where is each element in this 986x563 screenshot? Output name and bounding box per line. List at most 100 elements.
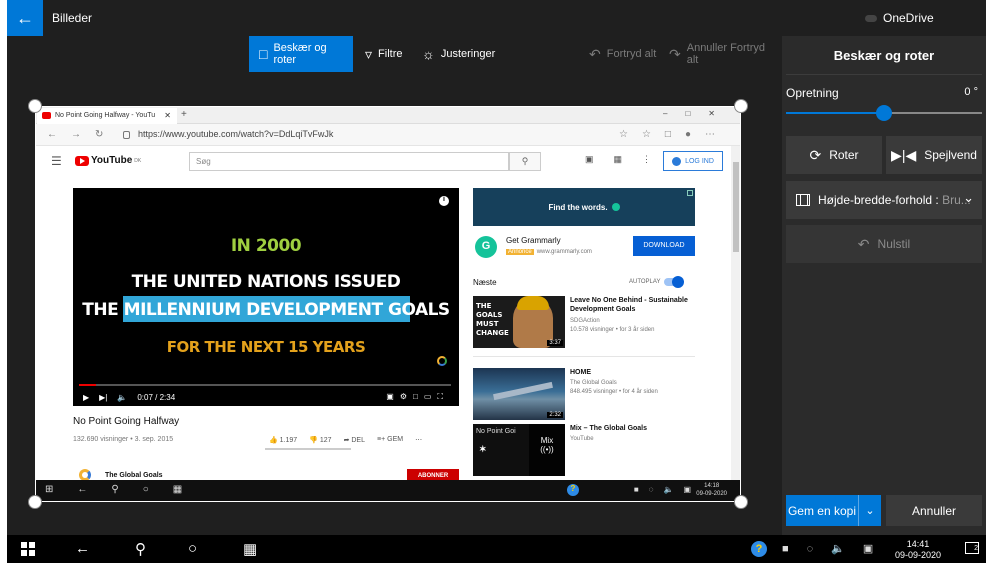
crop-icon: □ (259, 46, 268, 62)
crop-handle-bottom-left[interactable] (28, 495, 42, 509)
back-button[interactable]: ← (7, 0, 43, 36)
youtube-login-label: LOG IND (685, 157, 714, 165)
video-progress-fill (79, 384, 96, 386)
channel-name: The Global Goals (105, 471, 163, 479)
recommended-title: Leave No One Behind - Sustainable Develo… (570, 297, 688, 313)
recommended-title: Mix – The Global Goals (570, 425, 648, 432)
share-action: ➦ DEL (343, 437, 365, 444)
dislike-count: 👎 127 (309, 437, 332, 444)
task-view-icon[interactable]: ▦ (243, 540, 257, 558)
video-thumbnail: THE GOALS MUST CHANGE 3:37 (473, 296, 565, 348)
recommended-video: 2:32 HOME The Global Goals 848.495 visni… (473, 368, 723, 432)
aspect-ratio-text: Højde-bredde-forhold : Bru... (818, 193, 970, 207)
video-meta: 132.690 visninger • 3. sep. 2015 (73, 436, 174, 443)
orientation-slider[interactable] (786, 105, 982, 121)
search-icon: ⚲ (509, 152, 541, 171)
save-options-chevron-icon[interactable]: ⌄ (858, 495, 881, 526)
video-line-3: THE MILLENNIUM DEVELOPMENT GOALS (82, 300, 450, 320)
flip-label: Spejlvend (924, 148, 977, 162)
help-icon: ? (567, 484, 579, 496)
recommended-channel: YouTube (570, 436, 594, 442)
orientation-label: Opretning (786, 86, 839, 100)
video-duration: 2:32 (547, 412, 563, 418)
thumbnail-text: No Point Goi (476, 428, 516, 435)
crop-handle-bottom-right[interactable] (734, 495, 748, 509)
video-settings-icon: ▣⚙□▭⛶ (386, 392, 449, 401)
windows-start-icon[interactable] (21, 542, 35, 556)
browser-tab[interactable]: No Point Going Halfway - YouTu ✕ (37, 108, 177, 124)
crop-tab-label: Beskær og roter (273, 42, 327, 66)
crop-handle-top-right[interactable] (734, 99, 748, 113)
photo-preview[interactable]: No Point Going Halfway - YouTu ✕ + –□✕ ←→… (35, 106, 741, 502)
crop-handle-top-left[interactable] (28, 99, 42, 113)
help-icon[interactable]: ? (751, 541, 767, 557)
rotate-button[interactable]: ⟳ Roter (786, 136, 882, 174)
onedrive-link[interactable]: OneDrive (865, 11, 934, 25)
youtube-header: ☰ YouTube DK Søg ⚲ ▣▦⋮ LOG IND (35, 146, 735, 176)
youtube-header-icon: ▣▦⋮ (585, 154, 672, 164)
flip-button[interactable]: ▶|◀ Spejlvend (886, 136, 982, 174)
filters-tab[interactable]: ▿ Filtre (355, 36, 412, 72)
autoplay-toggle: AUTOPLAY (629, 276, 685, 288)
image-canvas: No Point Going Halfway - YouTu ✕ + –□✕ ←→… (7, 72, 782, 535)
inner-tray-icon: ■◌🔈▣ (633, 485, 701, 494)
aspect-ratio-label: Højde-bredde-forhold : (818, 193, 943, 207)
filters-tab-label: Filtre (378, 48, 403, 60)
ad-url: www.grammarly.com (536, 249, 592, 255)
window-controls-icon: –□✕ (663, 109, 733, 118)
slider-knob[interactable] (876, 105, 892, 121)
recommended-views: 848.495 visninger • for 4 år siden (570, 389, 658, 395)
cancel-button[interactable]: Annuller (886, 495, 982, 526)
space-station-shape (493, 381, 553, 401)
sun-icon: ☼ (422, 46, 435, 62)
thumbnail-text: THE GOALS MUST CHANGE (476, 302, 509, 337)
inner-clock: 14:18 09-09-2020 (696, 482, 727, 498)
aspect-ratio-icon (796, 194, 810, 206)
filter-icon: ▿ (365, 45, 373, 62)
ad-card: G Get Grammarly Annonce www.grammarly.com… (473, 232, 695, 266)
lock-icon (123, 130, 130, 139)
redo-all-button[interactable]: ↷ Annuller Fortryd alt (659, 36, 782, 72)
youtube-logo-text: YouTube (91, 155, 133, 166)
user-icon (672, 156, 682, 166)
rotate-icon: ⟳ (809, 146, 822, 163)
aspect-ratio-dropdown[interactable]: Højde-bredde-forhold : Bru... ⌄ (786, 181, 982, 219)
inner-clock-time: 14:18 (704, 483, 720, 489)
notifications-icon[interactable]: 2 (965, 542, 979, 554)
back-icon[interactable]: ← (75, 540, 90, 557)
recommended-channel: The Global Goals (570, 380, 617, 386)
hamburger-icon: ☰ (51, 154, 62, 168)
divider (473, 356, 695, 357)
save-copy-button[interactable]: Gem en kopi (786, 495, 858, 526)
search-icon[interactable]: ⚲ (135, 540, 146, 558)
cortana-icon[interactable]: ○ (188, 540, 197, 557)
os-clock[interactable]: 14:41 09-09-2020 (895, 539, 941, 561)
ad-banner-text: Find the words. (548, 202, 608, 212)
recommended-video: THE GOALS MUST CHANGE 3:37 Leave No One … (473, 296, 723, 360)
browser-tab-title: No Point Going Halfway - YouTu (55, 112, 156, 119)
inner-taskbar-icons: ⊞←⚲○▦ (45, 484, 207, 495)
grammarly-logo: G (475, 236, 497, 258)
undo-all-button[interactable]: ↶ Fortryd alt (579, 36, 666, 72)
save-label: GEM (387, 436, 404, 443)
browser-url: https://www.youtube.com/watch?v=DdLqiTvF… (123, 129, 333, 139)
redo-all-label: Annuller Fortryd alt (686, 42, 765, 66)
share-label: DEL (351, 437, 365, 444)
adjustments-tab[interactable]: ☼ Justeringer (412, 36, 505, 72)
global-goals-logo-icon (437, 356, 447, 366)
save-action: ≡+ GEM (377, 436, 404, 443)
youtube-favicon-icon (42, 112, 51, 119)
system-tray-icon[interactable]: ■◌🔈▣ (782, 542, 891, 555)
youtube-login-button: LOG IND (663, 151, 723, 171)
browser-url-text: https://www.youtube.com/watch?v=DdLqiTvF… (138, 129, 334, 139)
video-line-4: FOR THE NEXT 15 YEARS (166, 338, 366, 356)
undo-icon: ↶ (857, 235, 870, 252)
thumbnail-logo: ✶ (479, 444, 487, 454)
reset-button[interactable]: ↶ Nulstil (786, 225, 982, 263)
redo-icon: ↷ (669, 45, 681, 62)
crop-rotate-tab[interactable]: □ Beskær og roter (249, 36, 353, 72)
check-icon (611, 203, 620, 211)
youtube-logo: YouTube DK (75, 155, 141, 166)
rotate-label: Roter (829, 148, 859, 162)
recommended-title: HOME (570, 369, 591, 376)
